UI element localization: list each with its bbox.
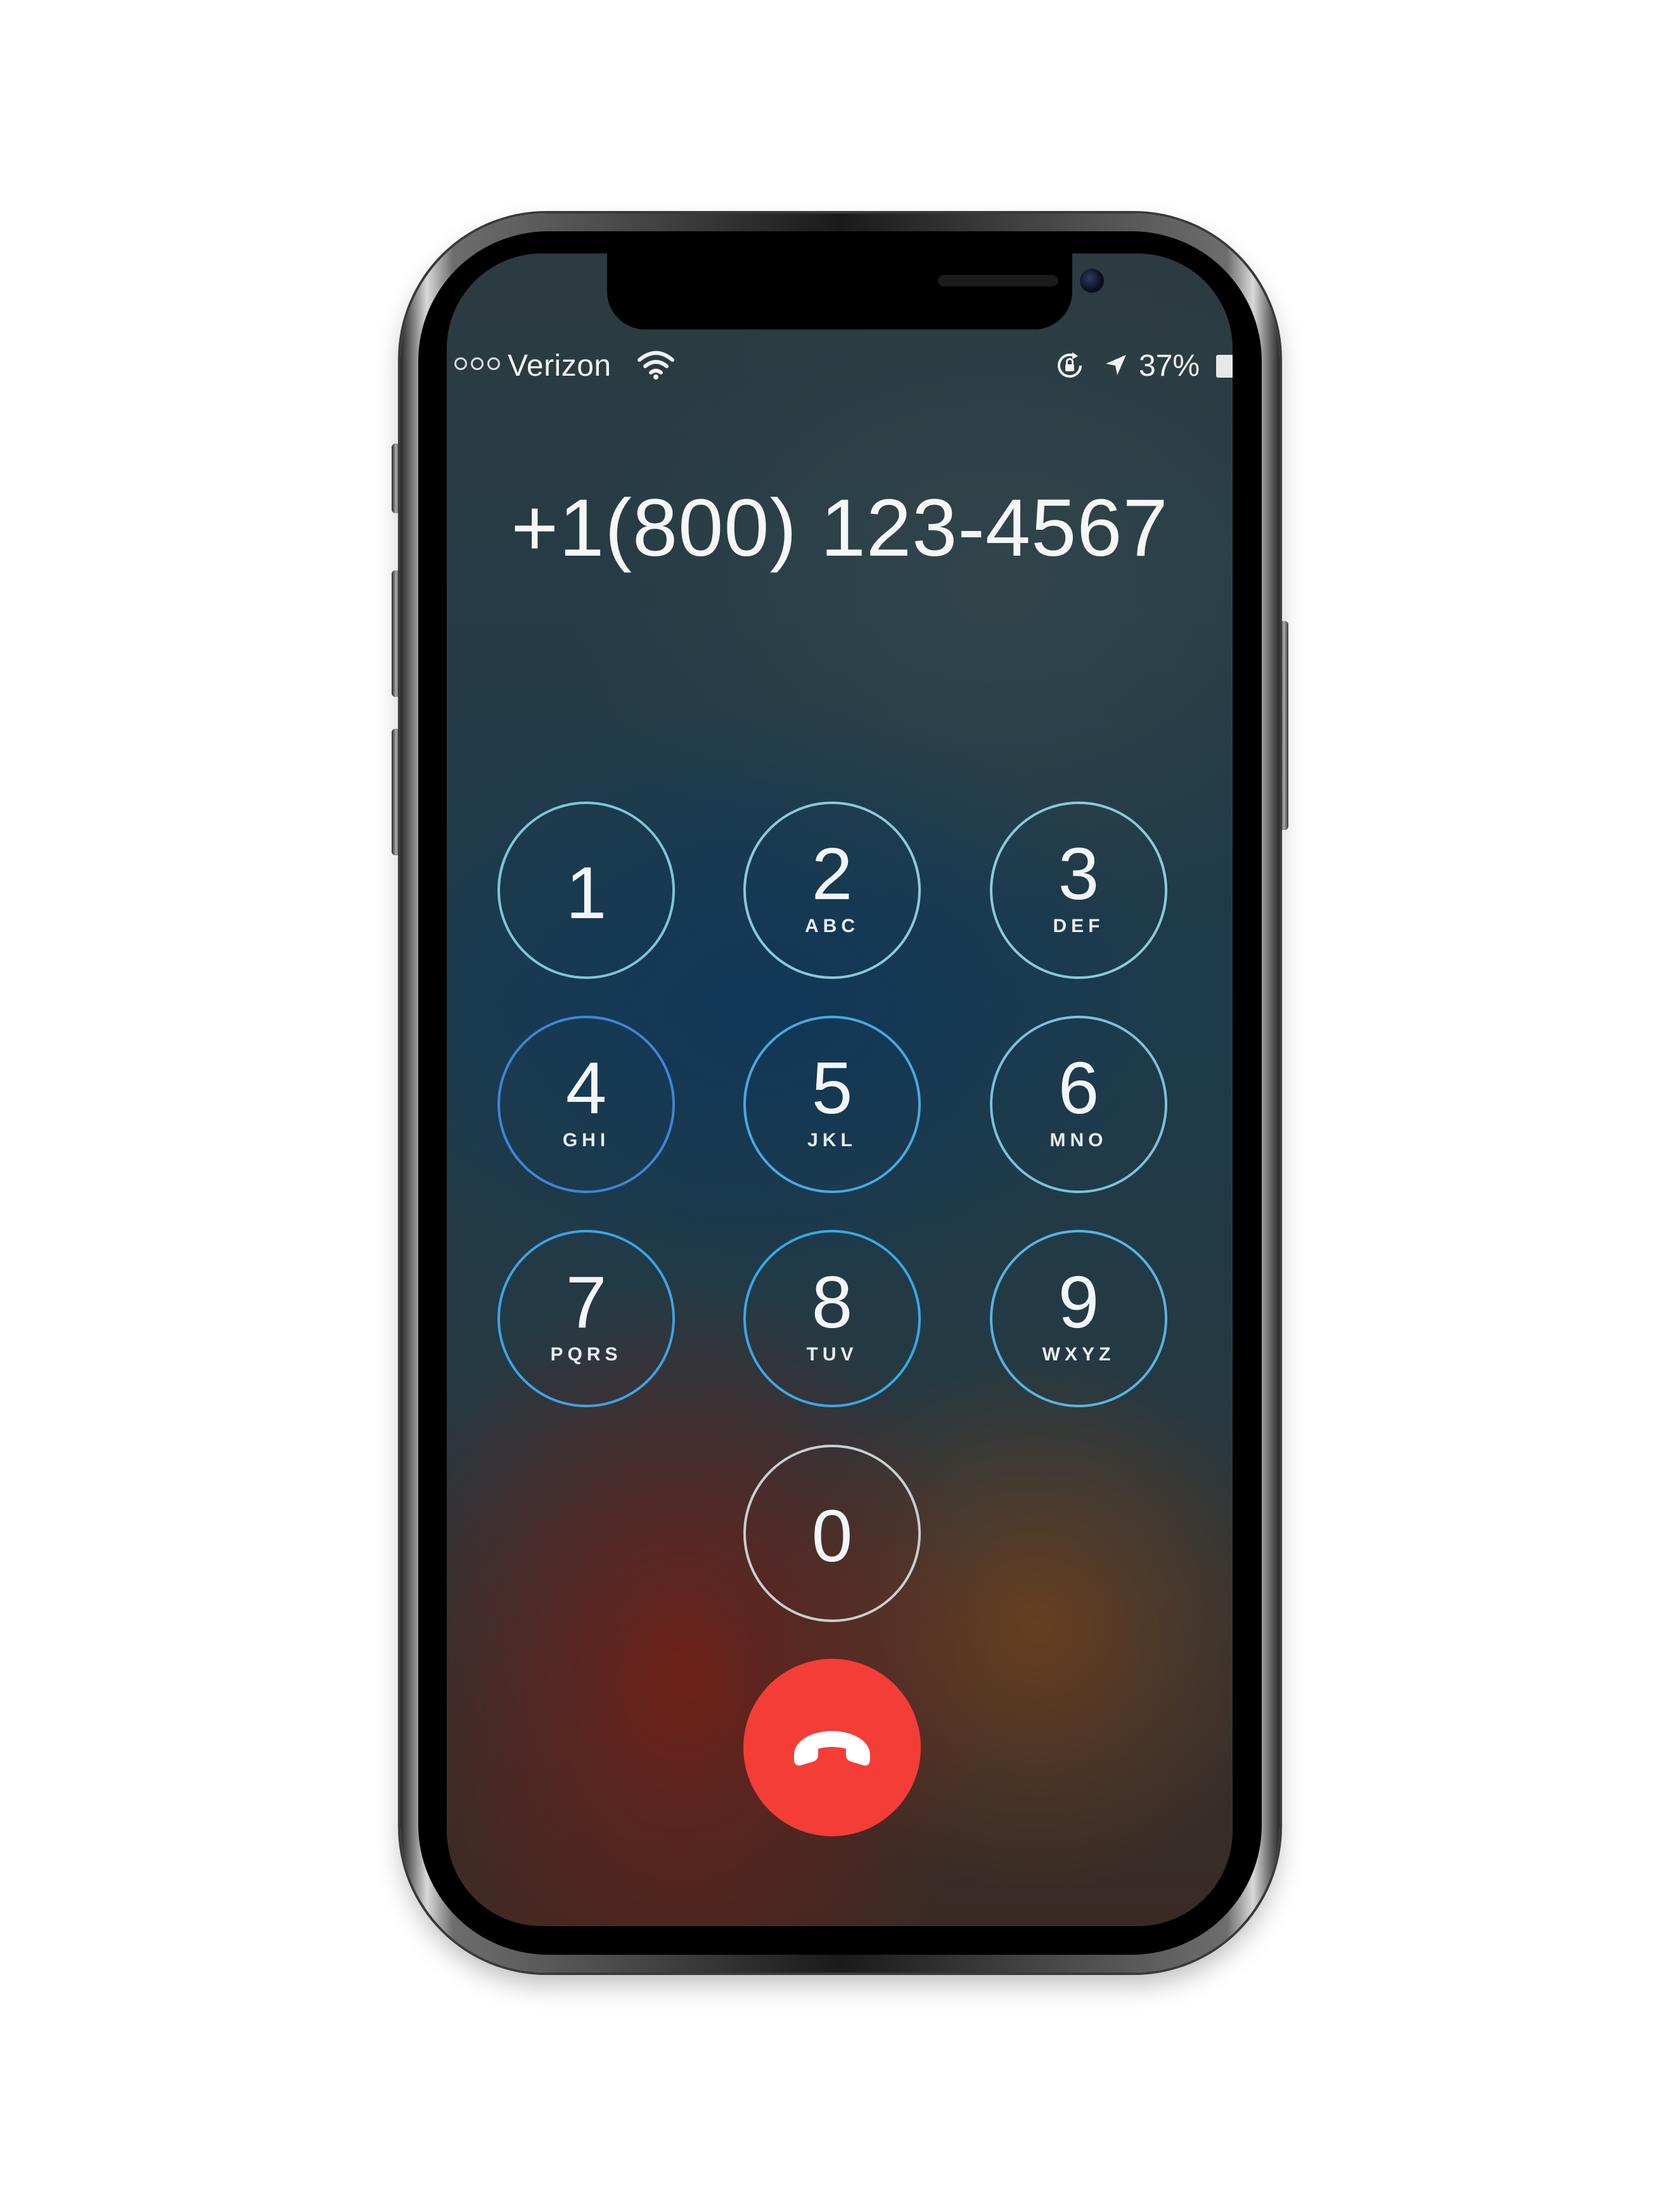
key-letters: GHI xyxy=(562,1130,610,1151)
key-letters: JKL xyxy=(807,1130,857,1151)
keypad-key-9[interactable]: 9 WXYZ xyxy=(990,1230,1167,1407)
key-letters: PQRS xyxy=(550,1344,622,1365)
volume-up-button[interactable] xyxy=(392,570,401,697)
key-digit: 8 xyxy=(811,1261,853,1343)
keypad-key-4[interactable]: 4 GHI xyxy=(497,1016,675,1193)
key-letters: TUV xyxy=(806,1344,858,1365)
keypad-key-5[interactable]: 5 JKL xyxy=(743,1016,921,1193)
keypad-key-3[interactable]: 3 DEF xyxy=(990,802,1167,979)
silent-switch[interactable] xyxy=(392,444,401,513)
key-digit: 9 xyxy=(1058,1261,1100,1343)
key-digit: 0 xyxy=(811,1495,853,1577)
power-button[interactable] xyxy=(1279,621,1288,830)
keypad-key-8[interactable]: 8 TUV xyxy=(743,1230,921,1407)
keypad-key-7[interactable]: 7 PQRS xyxy=(497,1230,675,1407)
page: Verizon 37% +1(800) 123-4567 1 2 ABC 3 D… xyxy=(0,0,1680,2186)
keypad-key-1[interactable]: 1 xyxy=(497,802,675,979)
hang-up-phone-icon xyxy=(794,1731,870,1766)
key-letters: ABC xyxy=(805,916,859,936)
key-digit: 7 xyxy=(565,1261,607,1343)
key-digit: 1 xyxy=(565,852,607,934)
key-letters: MNO xyxy=(1049,1130,1108,1151)
key-letters: WXYZ xyxy=(1042,1344,1115,1365)
keypad-key-2[interactable]: 2 ABC xyxy=(743,802,921,979)
key-digit: 6 xyxy=(1058,1047,1100,1129)
volume-down-button[interactable] xyxy=(392,729,401,855)
key-digit: 5 xyxy=(811,1047,853,1129)
end-call-button[interactable] xyxy=(743,1659,921,1836)
keypad-key-6[interactable]: 6 MNO xyxy=(990,1016,1167,1193)
phone-screen: Verizon 37% +1(800) 123-4567 1 2 ABC 3 D… xyxy=(447,253,1233,1926)
key-digit: 4 xyxy=(565,1047,607,1129)
keypad-key-0[interactable]: 0 xyxy=(743,1445,921,1622)
key-digit: 3 xyxy=(1058,833,1100,915)
key-digit: 2 xyxy=(811,833,853,915)
key-letters: DEF xyxy=(1053,916,1105,936)
